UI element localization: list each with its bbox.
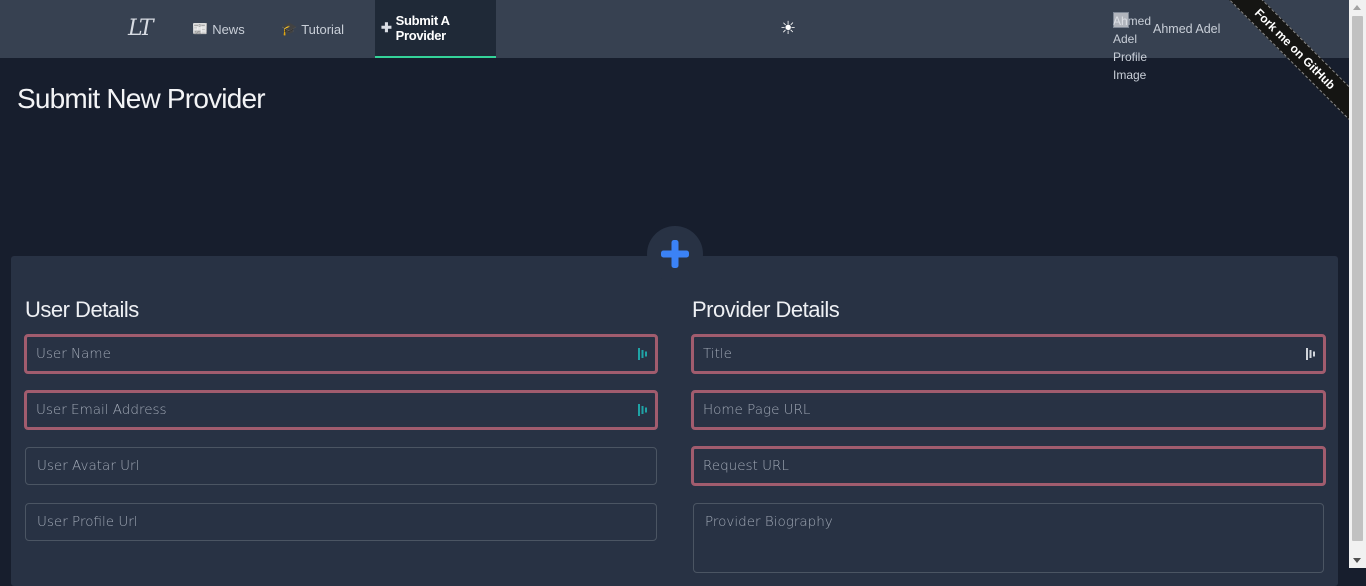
user-name-placeholder: User Name	[36, 346, 111, 362]
nav-submit-provider-label: Submit A Provider	[395, 13, 450, 43]
scrollbar-thumb[interactable]	[1352, 16, 1363, 541]
nav-tutorial-label: Tutorial	[301, 21, 345, 37]
user-profile-url-input[interactable]: User Profile Url	[25, 503, 657, 541]
user-email-placeholder: User Email Address	[36, 402, 167, 418]
user-profile-url-placeholder: User Profile Url	[37, 514, 138, 530]
scroll-down-arrow-icon[interactable]	[1353, 558, 1361, 563]
site-logo[interactable]: LT	[128, 16, 153, 41]
provider-biography-textarea[interactable]: Provider Biography	[693, 503, 1324, 573]
provider-title-placeholder: Title	[703, 346, 732, 362]
nav-tutorial[interactable]: 🎓 Tutorial	[281, 0, 344, 58]
user-avatar-url-placeholder: User Avatar Url	[37, 458, 140, 474]
newspaper-icon: 📰	[192, 21, 209, 36]
github-ribbon[interactable]: Fork me on GitHub	[1200, 0, 1349, 149]
blue-plus-icon	[661, 240, 689, 268]
user-name-input[interactable]: User Name	[24, 334, 658, 374]
request-url-placeholder: Request URL	[703, 458, 789, 474]
profile-image: Ahmed Adel Profile Image	[1113, 12, 1153, 84]
password-manager-icon[interactable]	[1306, 348, 1315, 360]
provider-title-input[interactable]: Title	[691, 334, 1326, 374]
scroll-up-arrow-icon[interactable]	[1353, 5, 1361, 10]
password-manager-icon[interactable]	[638, 404, 647, 416]
user-details-heading: User Details	[25, 297, 139, 322]
home-page-url-input[interactable]: Home Page URL	[691, 390, 1326, 430]
add-provider-badge	[647, 226, 703, 282]
home-page-url-placeholder: Home Page URL	[703, 402, 811, 418]
provider-biography-placeholder: Provider Biography	[705, 514, 833, 530]
page-scrollbar[interactable]	[1349, 0, 1366, 568]
top-navbar: LT 📰 News 🎓 Tutorial ✚ Submit A Provider…	[0, 0, 1349, 82]
nav-news[interactable]: 📰 News	[192, 0, 245, 58]
plus-icon: ✚	[381, 20, 392, 35]
broken-image-icon	[1113, 12, 1129, 28]
theme-toggle-sun-icon[interactable]: ☀	[780, 18, 796, 39]
user-avatar-url-input[interactable]: User Avatar Url	[25, 447, 657, 485]
github-ribbon-label: Fork me on GitHub	[1215, 0, 1349, 129]
request-url-input[interactable]: Request URL	[691, 446, 1326, 486]
password-manager-icon[interactable]	[638, 348, 647, 360]
nav-submit-provider[interactable]: ✚ Submit A Provider	[375, 0, 496, 58]
provider-details-heading: Provider Details	[692, 297, 840, 322]
user-email-input[interactable]: User Email Address	[24, 390, 658, 430]
nav-news-label: News	[212, 21, 245, 37]
page-title: Submit New Provider	[17, 83, 266, 114]
graduation-cap-icon: 🎓	[281, 21, 298, 36]
